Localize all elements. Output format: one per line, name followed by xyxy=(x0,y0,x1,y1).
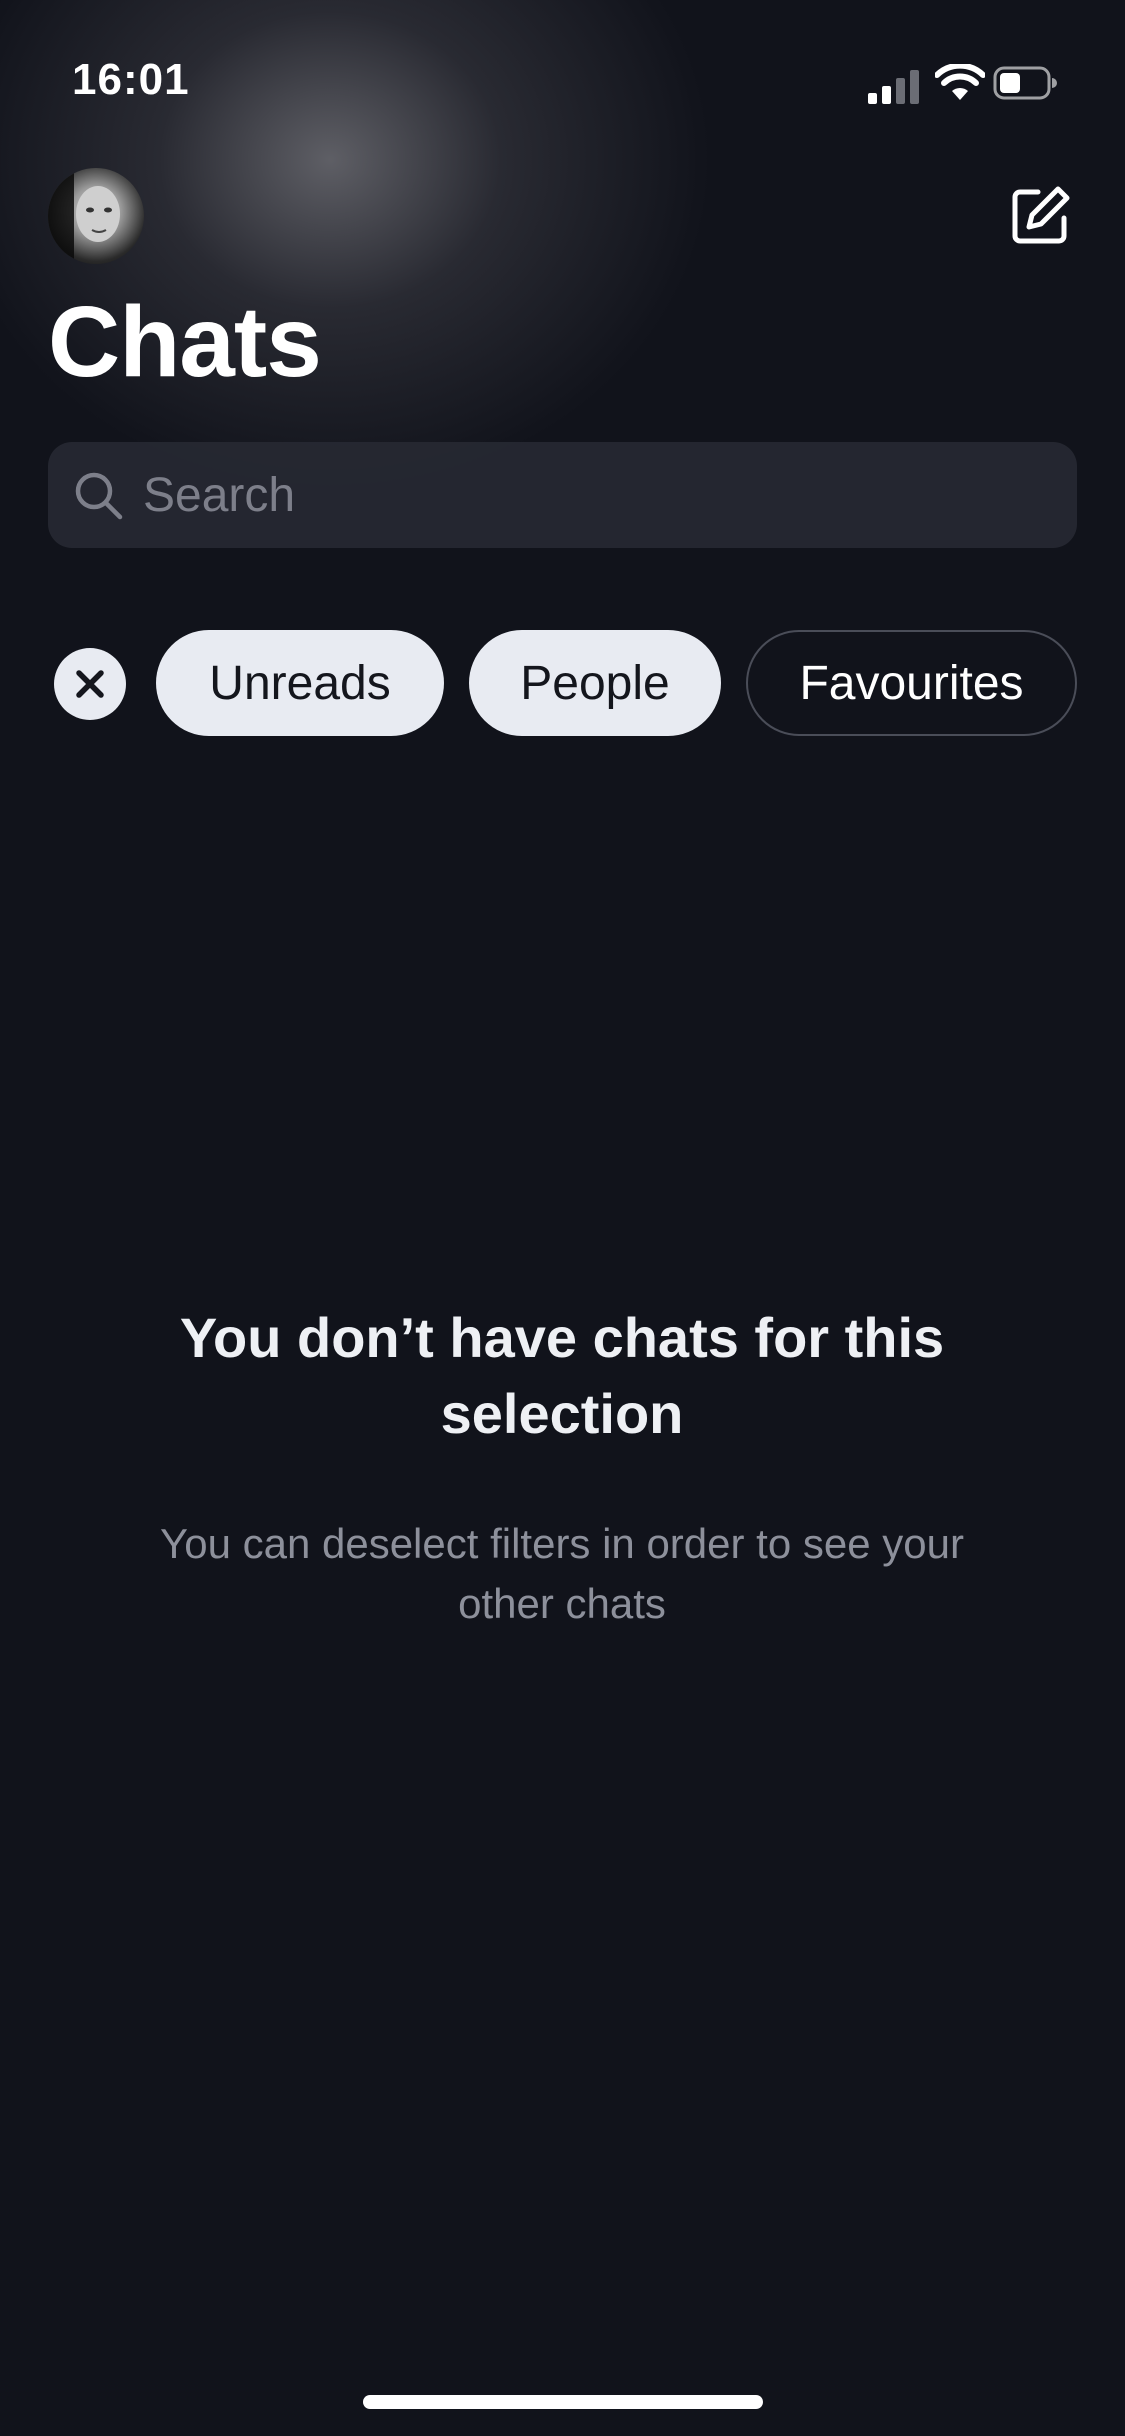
filter-chip-people[interactable]: People xyxy=(469,630,721,736)
search-input[interactable] xyxy=(143,442,1043,548)
filter-chip-label: People xyxy=(520,656,670,710)
home-indicator[interactable] xyxy=(363,2395,763,2409)
status-bar: 16:01 xyxy=(0,0,1125,150)
signal-icon xyxy=(868,68,920,104)
chats-screen: 16:01 Chats Search Unreads People Favour… xyxy=(0,0,1125,2436)
avatar[interactable] xyxy=(48,168,144,264)
avatar-photo-icon xyxy=(48,168,120,264)
clear-filters-button[interactable] xyxy=(54,648,126,720)
status-time: 16:01 xyxy=(72,55,190,104)
filter-chip-label: Unreads xyxy=(209,656,391,710)
search-icon xyxy=(75,472,123,520)
filter-chip-label: Favourites xyxy=(799,656,1024,710)
empty-state-title: You don’t have chats for this selection xyxy=(179,1306,945,1445)
filter-chip-unreads[interactable]: Unreads xyxy=(156,630,444,736)
empty-state-subtitle: You can deselect filters in order to see… xyxy=(160,1520,964,1627)
search-bar[interactable] xyxy=(48,442,1077,548)
battery-icon xyxy=(993,66,1057,100)
page-title: Chats xyxy=(48,286,322,398)
wifi-icon xyxy=(935,64,985,100)
close-icon xyxy=(76,670,104,698)
compose-icon[interactable] xyxy=(1010,184,1072,246)
filter-chip-favourites[interactable]: Favourites xyxy=(746,630,1077,736)
filter-row: Unreads People Favourites xyxy=(0,630,1125,740)
